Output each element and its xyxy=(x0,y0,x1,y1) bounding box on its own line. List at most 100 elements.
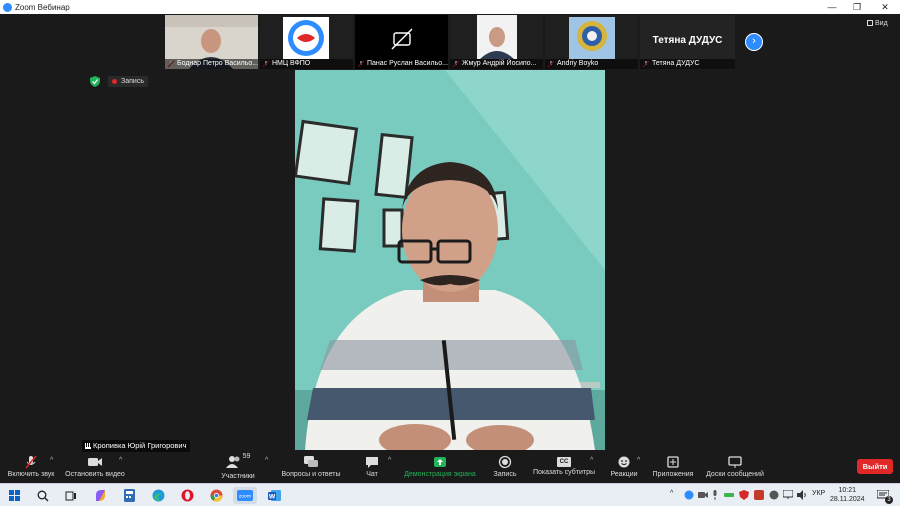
view-button[interactable]: Вид xyxy=(867,20,888,27)
windows-logo-icon xyxy=(9,490,20,501)
participant-tile[interactable]: Andriy Boyko xyxy=(545,15,638,69)
leave-button[interactable]: Выйти xyxy=(857,459,893,474)
taskbar-copilot[interactable] xyxy=(92,487,109,504)
unmute-label: Включить звук xyxy=(7,471,55,478)
participant-tile[interactable]: Тетяна ДУДУС Тетяна ДУДУС xyxy=(640,15,735,69)
copilot-icon xyxy=(96,490,105,501)
volume-icon[interactable] xyxy=(797,490,807,500)
word-icon: W xyxy=(268,490,281,501)
participant-name: Andriy Boyko xyxy=(545,59,638,69)
chat-options-caret[interactable]: ^ xyxy=(388,457,391,464)
clock-date: 28.11.2024 xyxy=(830,496,865,503)
task-view-button[interactable] xyxy=(62,487,79,504)
tray-overflow-caret[interactable]: ^ xyxy=(670,490,673,497)
participant-tile[interactable]: НМЦ ВФПО xyxy=(260,15,353,69)
display-icon[interactable] xyxy=(783,490,793,499)
windows-taskbar: zoom W ^ УКР 10:21 28.11.2024 3 xyxy=(0,483,900,506)
restore-button[interactable]: ❐ xyxy=(842,0,872,14)
apps-icon xyxy=(667,456,679,468)
recording-indicator[interactable]: Запись xyxy=(108,76,148,87)
participant-name: Панас Руслан Васильо... xyxy=(355,59,448,69)
captions-button[interactable]: CC Показать субтитры xyxy=(532,453,596,483)
tray-zoom-icon[interactable] xyxy=(684,490,694,500)
captions-badge: CC xyxy=(559,459,569,465)
stop-video-label: Остановить видео xyxy=(65,471,125,478)
active-speaker-label: Кропивка Юрій Григорович xyxy=(82,440,190,452)
title-bar: Zoom Вебинар — ❐ ✕ xyxy=(0,0,900,14)
tray-app-icon[interactable] xyxy=(769,490,779,500)
reactions-button[interactable]: Реакции xyxy=(608,453,640,483)
security-shield-icon[interactable] xyxy=(90,76,100,87)
participant-name: Жмур Андрій Йосипо... xyxy=(450,59,543,69)
whiteboard-icon xyxy=(728,456,742,468)
taskbar-edge[interactable] xyxy=(150,487,167,504)
view-label: Вид xyxy=(875,20,888,27)
chevron-right-icon: › xyxy=(752,35,756,47)
zoom-app-icon: zoom xyxy=(237,490,253,501)
captions-options-caret[interactable]: ^ xyxy=(590,457,593,464)
taskbar-word[interactable]: W xyxy=(266,487,283,504)
task-view-icon xyxy=(65,491,76,500)
next-page-button[interactable]: › xyxy=(745,33,763,51)
video-options-caret[interactable]: ^ xyxy=(119,457,122,464)
tray-microphone-icon[interactable] xyxy=(712,490,718,500)
participants-button[interactable]: 59 Участники xyxy=(218,453,258,483)
notifications-button[interactable]: 3 xyxy=(874,487,893,504)
speaker-video-frame xyxy=(295,70,605,450)
muted-mic-icon xyxy=(25,455,37,469)
opera-browser-icon xyxy=(181,489,194,502)
chat-label: Чат xyxy=(366,471,378,478)
reactions-options-caret[interactable]: ^ xyxy=(637,457,640,464)
tray-security-icon[interactable] xyxy=(754,490,764,500)
signal-bars-icon xyxy=(85,443,91,450)
participant-tile[interactable]: Панас Руслан Васильо... xyxy=(355,15,448,69)
svg-text:zoom: zoom xyxy=(239,495,251,500)
edge-browser-icon xyxy=(152,489,165,502)
stop-video-button[interactable]: Остановить видео xyxy=(64,453,126,483)
captions-label: Показать субтитры xyxy=(532,469,596,476)
participants-icon xyxy=(225,456,240,468)
participant-name: НМЦ ВФПО xyxy=(260,59,353,69)
clock-time: 10:21 xyxy=(838,487,857,494)
tray-green-icon[interactable] xyxy=(724,491,734,499)
tray-camera-icon[interactable] xyxy=(698,491,708,499)
participant-display-name: Тетяна ДУДУС xyxy=(652,35,723,46)
taskbar-zoom[interactable]: zoom xyxy=(233,487,257,504)
active-speaker-name: Кропивка Юрій Григорович xyxy=(93,441,187,450)
search-button[interactable] xyxy=(34,487,51,504)
close-button[interactable]: ✕ xyxy=(870,0,900,14)
start-button[interactable] xyxy=(6,487,23,504)
chat-button[interactable]: Чат xyxy=(360,453,384,483)
audio-options-caret[interactable]: ^ xyxy=(50,457,53,464)
tray-antivirus-icon[interactable] xyxy=(739,490,749,500)
record-label: Запись xyxy=(493,471,517,478)
recording-dot-icon xyxy=(112,78,117,84)
zoom-app-icon xyxy=(3,2,12,12)
taskbar-opera[interactable] xyxy=(179,487,196,504)
participant-name: Боднар Петро Васильо... xyxy=(165,59,258,69)
share-screen-icon xyxy=(434,457,446,467)
zoom-window: Zoom Вебинар — ❐ ✕ Боднар Петро Васильо.… xyxy=(0,0,900,506)
participants-options-caret[interactable]: ^ xyxy=(265,457,268,464)
participant-tile[interactable]: Жмур Андрій Йосипо... xyxy=(450,15,543,69)
language-indicator[interactable]: УКР xyxy=(812,490,825,497)
participant-tile[interactable]: Боднар Петро Васильо... xyxy=(165,15,258,69)
system-clock[interactable]: 10:21 28.11.2024 xyxy=(830,486,865,504)
share-screen-button[interactable]: Демонстрация экрана xyxy=(402,453,478,483)
reactions-smiley-icon xyxy=(618,456,630,468)
record-button[interactable]: Запись xyxy=(490,453,520,483)
apps-button[interactable]: Приложения xyxy=(650,453,696,483)
taskbar-chrome[interactable] xyxy=(208,487,225,504)
whiteboards-button[interactable]: Доски сообщений xyxy=(702,453,768,483)
reactions-label: Реакции xyxy=(610,471,638,478)
qa-button[interactable]: Вопросы и ответы xyxy=(280,453,342,483)
share-screen-label: Демонстрация экрана xyxy=(404,471,476,478)
taskbar-calculator[interactable] xyxy=(121,487,138,504)
qa-label: Вопросы и ответы xyxy=(281,471,341,478)
calculator-icon xyxy=(124,489,135,502)
window-title: Zoom Вебинар xyxy=(15,2,70,12)
chat-icon xyxy=(366,457,378,468)
participant-name: Тетяна ДУДУС xyxy=(640,59,735,69)
meeting-toolbar: Включить звук ^ Остановить видео ^ 59 Уч… xyxy=(0,453,900,483)
search-icon xyxy=(37,490,48,501)
